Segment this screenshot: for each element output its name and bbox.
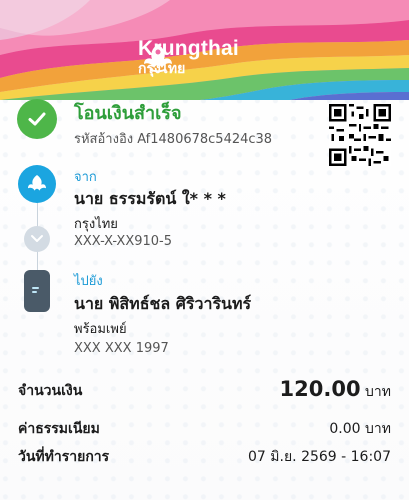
to-bank: พร้อมเพย์ (74, 322, 127, 337)
to-name: นาย พิสิทธ์ชล ศิริวารินทร์ (74, 294, 252, 313)
to-account: XXX XXX 1997 (74, 341, 169, 356)
amount-value-row: 120.00 บาท (280, 377, 391, 403)
check-icon (17, 99, 57, 139)
fee-label: ค่าธรรมเนียม (18, 421, 100, 437)
amount-label: จำนวนเงิน (18, 383, 83, 399)
krungthai-bird-icon (18, 165, 56, 203)
to-label: ไปยัง (74, 274, 103, 289)
from-account: XXX-X-XX910-5 (74, 234, 173, 249)
phone-icon (24, 270, 50, 312)
from-bank: กรุงไทย (74, 217, 118, 232)
amount-unit: บาท (365, 384, 391, 400)
reference-value: Af1480678c5424c38 (137, 132, 273, 147)
from-name: นาย ธรรมรัตน์ ใ* * * (74, 189, 226, 208)
status-title: โอนเงินสำเร็จ (74, 103, 182, 124)
fee-value: 0.00 บาท (329, 421, 391, 437)
reference-label: รหัสอ้างอิง (74, 132, 134, 147)
qr-code-icon[interactable] (329, 104, 391, 166)
date-label: วันที่ทำรายการ (18, 449, 110, 465)
reference-line: รหัสอ้างอิง Af1480678c5424c38 (74, 128, 272, 149)
from-label: จาก (74, 170, 97, 185)
date-value: 07 มิ.ย. 2569 - 16:07 (248, 449, 391, 465)
amount-value: 120.00 (279, 377, 361, 401)
chevron-down-icon[interactable] (24, 226, 50, 252)
